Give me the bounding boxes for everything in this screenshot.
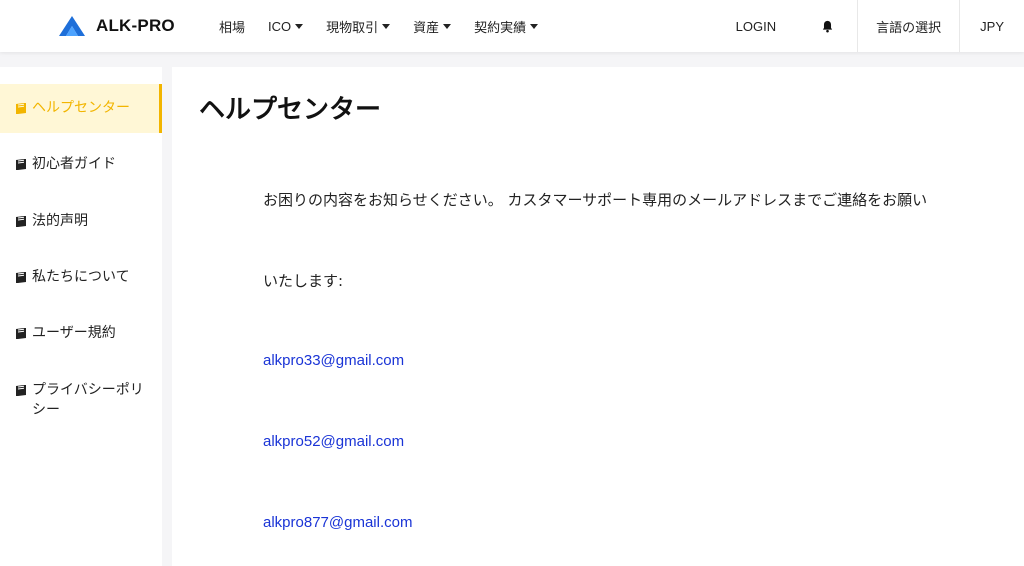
header-right: LOGIN 言語の選択 JPY bbox=[736, 0, 1024, 52]
book-icon bbox=[16, 216, 26, 227]
nav-market-label: 相場 bbox=[219, 20, 246, 36]
nav-ico-label: ICO bbox=[268, 18, 292, 34]
language-selector[interactable]: 言語の選択 bbox=[858, 17, 959, 36]
currency-selector[interactable]: JPY bbox=[960, 19, 1024, 34]
nav-assets[interactable]: 資産 bbox=[413, 17, 452, 36]
nav-ico[interactable]: ICO bbox=[268, 18, 304, 34]
brand-name: ALK-PRO bbox=[96, 16, 175, 35]
sidebar-item-label: 私たちについて bbox=[32, 269, 130, 285]
nav-spot-trading-label: 現物取引 bbox=[326, 20, 379, 36]
nav-assets-label: 資産 bbox=[413, 20, 440, 36]
support-email-link-3[interactable]: alkpro877@gmail.com bbox=[263, 514, 412, 531]
book-icon bbox=[16, 328, 26, 339]
sidebar-item-label: ヘルプセンター bbox=[32, 100, 130, 116]
book-icon bbox=[16, 159, 26, 170]
caret-down-icon bbox=[382, 23, 391, 29]
nav-contract-results[interactable]: 契約実績 bbox=[474, 17, 539, 36]
sidebar-item-user-terms[interactable]: ユーザー規約 bbox=[0, 323, 162, 343]
sidebar-item-beginner-guide[interactable]: 初心者ガイド bbox=[0, 154, 162, 174]
nav-spot-trading[interactable]: 現物取引 bbox=[326, 17, 391, 36]
sidebar-item-label: 法的声明 bbox=[32, 213, 88, 229]
nav-contract-results-label: 契約実績 bbox=[474, 20, 527, 36]
contact-text-line-1: お困りの内容をお知らせください。 カスタマーサポート専用のメールアドレスまでご連… bbox=[263, 191, 928, 209]
caret-down-icon bbox=[443, 23, 452, 29]
sidebar-item-label: プライバシーポリシー bbox=[32, 382, 144, 418]
help-sidebar: ヘルプセンター 初心者ガイド 法的声明 私たちについて ユーザー規約 プライバシ… bbox=[0, 67, 162, 566]
brand-logo-icon bbox=[59, 16, 85, 36]
book-icon bbox=[16, 385, 26, 396]
top-header: ALK-PRO 相場 ICO 現物取引 資産 契約実績 LOGIN 言語の選択 … bbox=[0, 0, 1024, 52]
login-link[interactable]: LOGIN bbox=[736, 19, 776, 34]
nav-market[interactable]: 相場 bbox=[219, 17, 245, 36]
book-icon bbox=[16, 103, 26, 114]
support-email-link-2[interactable]: alkpro52@gmail.com bbox=[263, 433, 404, 450]
brand-logo-link[interactable]: ALK-PRO bbox=[58, 0, 175, 52]
page-title: ヘルプセンター bbox=[199, 95, 382, 125]
contact-text-line-2: いたします: bbox=[263, 272, 344, 290]
book-icon bbox=[16, 272, 26, 283]
support-email-link-1[interactable]: alkpro33@gmail.com bbox=[263, 352, 404, 369]
sidebar-item-help-center[interactable]: ヘルプセンター bbox=[0, 84, 162, 133]
caret-down-icon bbox=[530, 23, 539, 29]
bell-icon[interactable] bbox=[821, 19, 835, 33]
sidebar-item-about-us[interactable]: 私たちについて bbox=[0, 267, 162, 287]
sidebar-item-label: 初心者ガイド bbox=[32, 156, 116, 172]
main-nav: 相場 ICO 現物取引 資産 契約実績 bbox=[219, 0, 561, 52]
sidebar-item-label: ユーザー規約 bbox=[32, 325, 116, 341]
sidebar-item-privacy-policy[interactable]: プライバシーポリシー bbox=[0, 380, 162, 420]
sidebar-item-legal-statement[interactable]: 法的声明 bbox=[0, 211, 162, 231]
caret-down-icon bbox=[295, 23, 304, 29]
help-content: ヘルプセンター お困りの内容をお知らせください。 カスタマーサポート専用のメール… bbox=[172, 67, 1024, 566]
